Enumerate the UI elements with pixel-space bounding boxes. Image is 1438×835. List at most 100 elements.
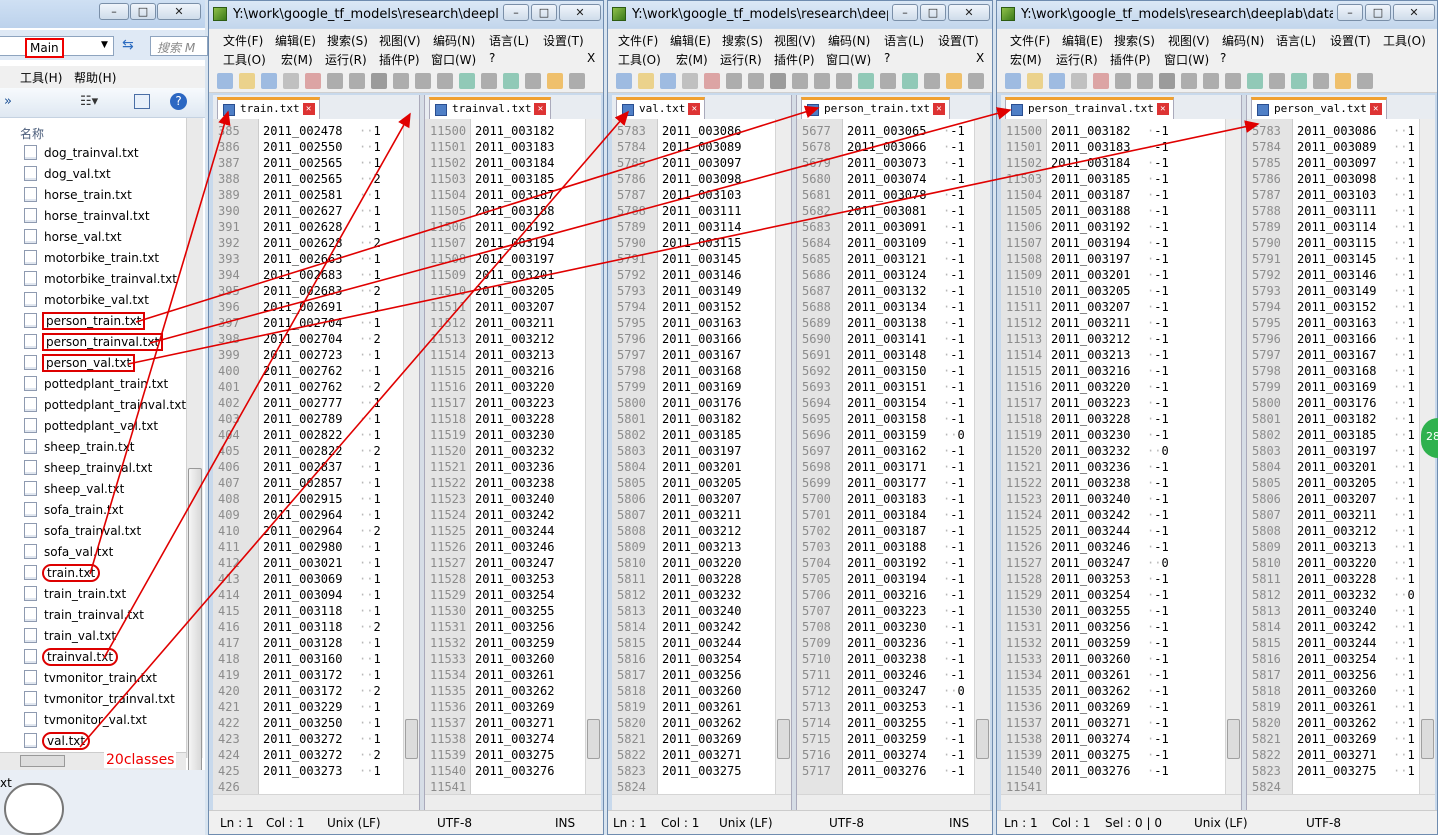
file-item[interactable]: sofa_trainval.txt [24, 521, 143, 541]
editor-pane-left[interactable]: 11500 2011_003182 ·-1 11501 2011_003183 ·-1 11… [1001, 119, 1241, 810]
toolbar-button-icon[interactable] [415, 73, 431, 89]
toolbar-button-icon[interactable] [638, 73, 654, 89]
toolbar-button-icon[interactable] [437, 73, 453, 89]
toolbar-button-icon[interactable] [1313, 73, 1329, 89]
scrollbar-thumb[interactable] [1421, 719, 1434, 759]
file-item[interactable]: person_trainval.txt [24, 332, 164, 352]
horizontal-scrollbar[interactable] [1247, 794, 1435, 810]
maximize-button[interactable]: □ [531, 4, 557, 21]
file-item[interactable]: pottedplant_trainval.txt [24, 395, 188, 415]
close-button[interactable]: ✕ [1393, 4, 1435, 21]
menu-item[interactable]: 运行(R) [1056, 51, 1098, 68]
toolbar-button-icon[interactable] [1159, 73, 1175, 89]
vertical-scrollbar[interactable] [1225, 119, 1241, 794]
menu-item[interactable]: 语言(L) [884, 32, 924, 49]
file-item[interactable]: sofa_train.txt [24, 500, 125, 520]
menu-item[interactable]: 编辑(E) [670, 32, 711, 49]
toolbar-button-icon[interactable] [1049, 73, 1065, 89]
column-header-name[interactable]: 名称 [20, 125, 44, 142]
toolbar-button-icon[interactable] [1093, 73, 1109, 89]
file-item[interactable]: pottedplant_train.txt [24, 374, 170, 394]
toolbar-button-icon[interactable] [660, 73, 676, 89]
menu-item[interactable]: 设置(T) [543, 32, 584, 49]
menu-item[interactable]: 编码(N) [1222, 32, 1264, 49]
close-tab-icon[interactable]: ✕ [1156, 103, 1169, 115]
toolbar-button-icon[interactable] [481, 73, 497, 89]
vertical-scrollbar[interactable] [403, 119, 419, 794]
menu-item[interactable]: ? [884, 51, 890, 65]
menu-item[interactable]: 窗口(W) [431, 51, 476, 68]
menu-item[interactable]: 工具(O) [618, 51, 661, 68]
close-button[interactable]: ✕ [157, 3, 201, 20]
menu-item[interactable]: 宏(M) [1010, 51, 1042, 68]
vertical-scrollbar[interactable] [585, 119, 601, 794]
file-item[interactable]: train_trainval.txt [24, 605, 146, 625]
minimize-button[interactable]: – [99, 3, 129, 20]
file-item[interactable]: tvmonitor_trainval.txt [24, 689, 177, 709]
file-item[interactable]: person_train.txt [24, 311, 146, 331]
toolbar-button-icon[interactable] [1247, 73, 1263, 89]
file-item[interactable]: tvmonitor_val.txt [24, 710, 149, 730]
toolbar-button-icon[interactable] [1137, 73, 1153, 89]
menu-item[interactable]: 窗口(W) [1164, 51, 1209, 68]
menu-item[interactable]: 编辑(E) [275, 32, 316, 49]
horizontal-scrollbar[interactable] [1001, 794, 1241, 810]
close-document-x[interactable]: X [976, 51, 984, 65]
minimize-button[interactable]: – [503, 4, 529, 21]
toolbar-button-icon[interactable] [1269, 73, 1285, 89]
toolbar-button-icon[interactable] [858, 73, 874, 89]
menu-help[interactable]: 帮助(H) [74, 69, 116, 86]
menu-item[interactable]: 文件(F) [223, 32, 263, 49]
editor-pane-left[interactable]: 5783 2011_003086 5784 2011_003089 5785 2011_0… [612, 119, 791, 810]
toolbar-button-icon[interactable] [261, 73, 277, 89]
document-tab[interactable]: person_val.txt ✕ [1251, 97, 1387, 119]
close-document-x[interactable]: X [587, 51, 595, 65]
toolbar-button-icon[interactable] [924, 73, 940, 89]
file-item[interactable]: tvmonitor_train.txt [24, 668, 159, 688]
chevron-down-icon[interactable]: ▼ [101, 40, 108, 50]
scrollbar-thumb[interactable] [1227, 719, 1240, 759]
toolbar-button-icon[interactable] [726, 73, 742, 89]
file-item[interactable]: train_val.txt [24, 626, 118, 646]
minimize-button[interactable]: – [892, 4, 918, 21]
file-item[interactable]: train_train.txt [24, 584, 128, 604]
file-item[interactable]: trainval.txt [24, 647, 119, 667]
close-tab-icon[interactable]: ✕ [534, 103, 547, 115]
toolbar-button-icon[interactable] [349, 73, 365, 89]
menu-item[interactable]: 工具(O) [1383, 32, 1426, 49]
close-tab-icon[interactable]: ✕ [302, 103, 315, 115]
menu-item[interactable]: 视图(V) [379, 32, 421, 49]
document-tab[interactable]: person_trainval.txt ✕ [1005, 97, 1174, 119]
file-item[interactable]: sofa_val.txt [24, 542, 115, 562]
menu-item[interactable]: 语言(L) [1276, 32, 1316, 49]
toolbar-button-icon[interactable] [305, 73, 321, 89]
vertical-scrollbar[interactable] [186, 118, 203, 835]
toolbar-button-icon[interactable] [217, 73, 233, 89]
menu-item[interactable]: 窗口(W) [826, 51, 871, 68]
close-button[interactable]: ✕ [559, 4, 601, 21]
scrollbar-thumb[interactable] [405, 719, 418, 759]
document-tab[interactable]: person_train.txt ✕ [801, 97, 950, 119]
toolbar-button-icon[interactable] [525, 73, 541, 89]
toolbar-button-icon[interactable] [1357, 73, 1373, 89]
menu-tools[interactable]: 工具(H) [20, 69, 62, 86]
toolbar-button-icon[interactable] [1071, 73, 1087, 89]
editor-pane-right[interactable]: 5783 2011_003086 ··1 5784 2011_003089 ··1 5785… [1247, 119, 1435, 810]
file-item[interactable]: dog_trainval.txt [24, 143, 141, 163]
toolbar-button-icon[interactable] [792, 73, 808, 89]
toolbar-button-icon[interactable] [459, 73, 475, 89]
horizontal-scrollbar[interactable] [612, 794, 791, 810]
search-input[interactable]: 搜索 M [150, 36, 208, 56]
file-item[interactable]: dog_val.txt [24, 164, 113, 184]
file-item[interactable]: horse_val.txt [24, 227, 124, 247]
horizontal-scrollbar[interactable] [425, 794, 601, 810]
file-item[interactable]: person_val.txt [24, 353, 136, 373]
menu-item[interactable]: 编码(N) [433, 32, 475, 49]
vertical-scrollbar[interactable] [775, 119, 791, 794]
breadcrumb-main[interactable]: Main [25, 38, 64, 58]
document-tab[interactable]: trainval.txt ✕ [429, 97, 552, 119]
toolbar-button-icon[interactable] [503, 73, 519, 89]
more-chevron-icon[interactable]: » [4, 94, 12, 109]
file-item[interactable]: horse_train.txt [24, 185, 134, 205]
toolbar-button-icon[interactable] [682, 73, 698, 89]
